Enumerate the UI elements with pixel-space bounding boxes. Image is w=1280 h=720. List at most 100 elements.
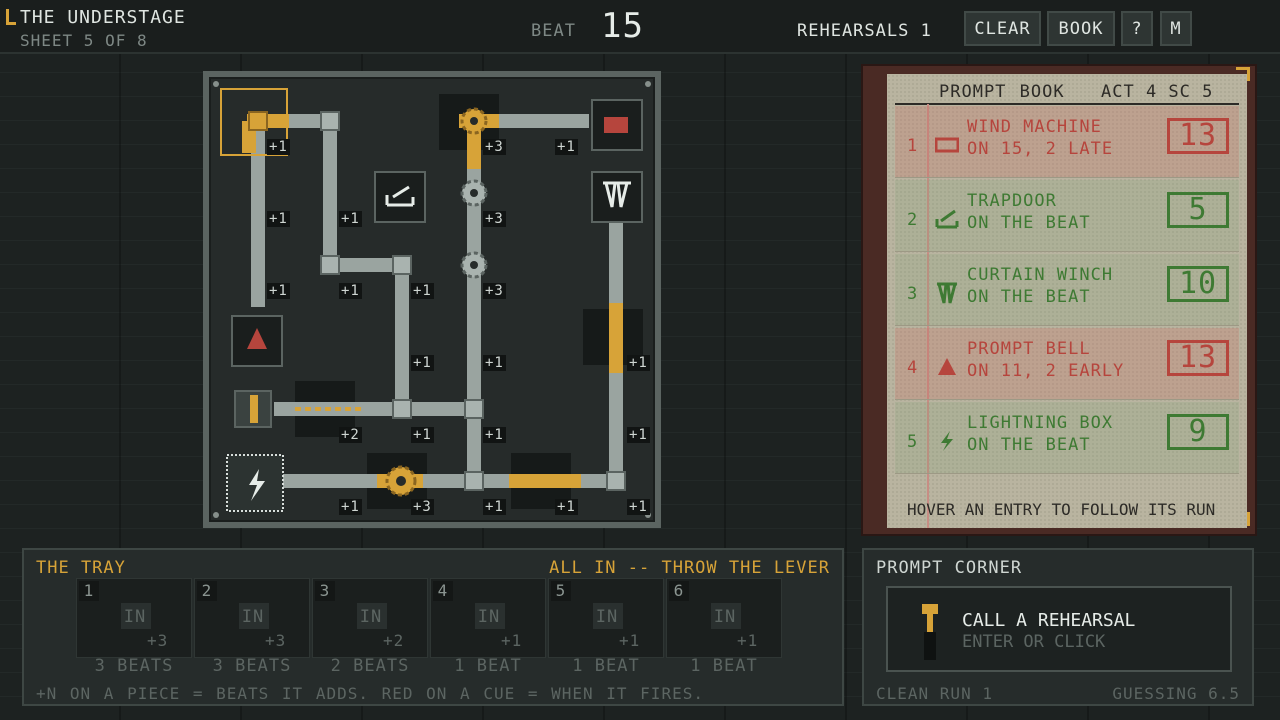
cue-entry[interactable]: 2 TRAPDOOR ON THE BEAT 5 — [895, 180, 1239, 252]
slot-in-label: IN — [359, 607, 383, 627]
slot-beats: 3 BEATS — [94, 656, 174, 676]
tray-slot[interactable]: 5 IN +1 — [548, 578, 664, 658]
slot-in-label: IN — [477, 607, 501, 627]
tile-lever — [234, 390, 272, 428]
clean-run-count: CLEAN RUN 1 — [876, 684, 993, 703]
beat-label: +3 — [411, 499, 434, 515]
beat-label: +1 — [555, 139, 578, 155]
cue-beat-box: 13 — [1167, 118, 1229, 154]
tile-lightning-box — [226, 454, 284, 512]
book-heading: PROMPT BOOK — [939, 82, 1065, 102]
tray-panel: THE TRAY ALL IN -- THROW THE LEVER 1 IN +3… — [22, 548, 844, 706]
cue-beat-box: 10 — [1167, 266, 1229, 302]
call-rehearsal-button[interactable]: CALL A REHEARSAL ENTER OR CLICK — [886, 586, 1232, 672]
gear-gold — [385, 465, 417, 497]
slot-beats: 2 BEATS — [330, 656, 410, 676]
slot-beat-add: +3 — [265, 631, 287, 650]
slot-beat-add: +1 — [501, 631, 523, 650]
pipe-joint — [392, 399, 412, 419]
beat-label: +1 — [267, 139, 290, 155]
beat-label: +1 — [627, 355, 650, 371]
pipe-board[interactable]: +1 +3 +1 +1 +1 +3 +1 +1 +1 +1 +3 +1 +1 +1 +1 +2 +1 +1 +1 +1… — [203, 71, 661, 528]
wind-machine-icon — [934, 133, 960, 157]
gear-steel — [460, 179, 488, 207]
cue-name: PROMPT BELL — [967, 339, 1091, 359]
tile-prompt-bell — [231, 315, 283, 367]
slot-in-label: IN — [713, 607, 737, 627]
wind-machine-icon — [604, 117, 628, 133]
sheet-indicator: SHEET 5 OF 8 — [20, 31, 148, 50]
prompt-book: PROMPT BOOK ACT 4 SC 5 1 WIND MACHINE ON 1… — [887, 74, 1247, 528]
cue-timing: ON 15, 2 LATE — [967, 139, 1114, 159]
slot-beat-add: +3 — [147, 631, 169, 650]
game-title: THE UNDERSTAGE — [6, 7, 186, 28]
cue-beat-box: 5 — [1167, 192, 1229, 228]
slot-beats: 1 BEAT — [454, 656, 522, 676]
cue-timing: ON THE BEAT — [967, 287, 1091, 307]
gear-steel — [460, 251, 488, 279]
beat-label: +1 — [411, 355, 434, 371]
beat-label: +1 — [411, 283, 434, 299]
trapdoor-icon — [935, 207, 959, 231]
pipe-joint — [392, 255, 412, 275]
tile-wind-machine — [591, 99, 643, 151]
slot-beat-add: +1 — [619, 631, 641, 650]
beat-label: +3 — [483, 283, 506, 299]
rehearsals-count: REHEARSALS 1 — [797, 21, 932, 41]
cue-timing: ON THE BEAT — [967, 213, 1091, 233]
cue-number: 5 — [907, 432, 919, 452]
beat-label: +3 — [483, 211, 506, 227]
beat-label: +1 — [483, 355, 506, 371]
beat-counter: 15 — [601, 6, 644, 46]
tile-trapdoor — [374, 171, 426, 223]
beat-label: +1 — [483, 427, 506, 443]
tray-slot[interactable]: 3 IN +2 — [312, 578, 428, 658]
beat-label: +1 — [339, 283, 362, 299]
cue-name: LIGHTNING BOX — [967, 413, 1114, 433]
tray-slot[interactable]: 6 IN +1 — [666, 578, 782, 658]
cue-timing: ON 11, 2 EARLY — [967, 361, 1125, 381]
tray-slot[interactable]: 2 IN +3 — [194, 578, 310, 658]
tray-slot[interactable]: 1 IN +3 — [76, 578, 192, 658]
tray-footer: +N ON A PIECE = BEATS IT ADDS. RED ON A … — [36, 684, 704, 703]
tray-hint: ALL IN -- THROW THE LEVER — [549, 558, 830, 578]
slot-in-label: IN — [123, 607, 147, 627]
beat-label: +2 — [339, 427, 362, 443]
cue-entry[interactable]: 5 LIGHTNING BOX ON THE BEAT 9 — [895, 402, 1239, 474]
beat-label: +1 — [627, 499, 650, 515]
tile-curtain-winch — [591, 171, 643, 223]
cue-entry[interactable]: 4 PROMPT BELL ON 11, 2 EARLY 13 — [895, 328, 1239, 400]
cue-number: 2 — [907, 210, 919, 230]
pipe-joint — [464, 399, 484, 419]
cue-beat-box: 9 — [1167, 414, 1229, 450]
cue-entry[interactable]: 1 WIND MACHINE ON 15, 2 LATE 13 — [895, 106, 1239, 178]
cue-entry[interactable]: 3 CURTAIN WINCH ON THE BEAT 10 — [895, 254, 1239, 326]
book-rule — [895, 103, 1239, 105]
lever-icon — [922, 604, 938, 660]
slot-number: 5 — [551, 581, 571, 601]
cue-name: CURTAIN WINCH — [967, 265, 1114, 285]
pipe-joint — [464, 471, 484, 491]
beat-label: +1 — [483, 499, 506, 515]
beat-label: BEAT — [531, 21, 576, 41]
help-button[interactable]: ? — [1121, 11, 1153, 46]
pipe-joint — [320, 255, 340, 275]
beat-label: +1 — [267, 283, 290, 299]
clear-button[interactable]: CLEAR — [964, 11, 1041, 46]
cue-number: 4 — [907, 358, 919, 378]
flag-icon — [6, 9, 16, 25]
guessing-score: GUESSING 6.5 — [1112, 684, 1240, 703]
beat-label: +1 — [411, 427, 434, 443]
title-text: THE UNDERSTAGE — [20, 7, 186, 28]
beat-label: +1 — [267, 211, 290, 227]
cue-number: 1 — [907, 136, 919, 156]
slot-beats: 3 BEATS — [212, 656, 292, 676]
tray-slot[interactable]: 4 IN +1 — [430, 578, 546, 658]
slot-in-label: IN — [241, 607, 265, 627]
beat-label: +3 — [483, 139, 506, 155]
cue-timing: ON THE BEAT — [967, 435, 1091, 455]
book-button[interactable]: BOOK — [1047, 11, 1115, 46]
menu-button[interactable]: M — [1160, 11, 1192, 46]
book-footer: HOVER AN ENTRY TO FOLLOW ITS RUN — [907, 500, 1216, 519]
lightning-icon — [935, 429, 959, 453]
